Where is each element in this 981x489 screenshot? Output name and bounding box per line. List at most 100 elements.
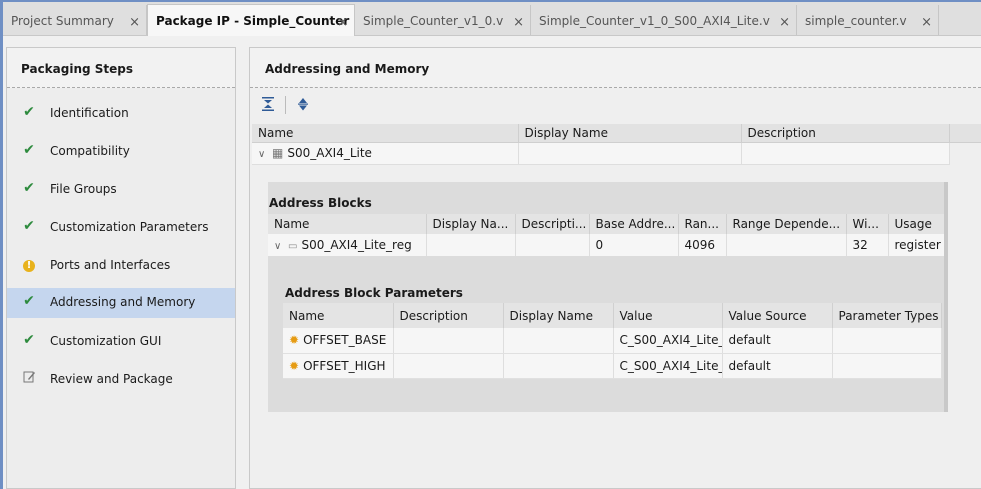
row-filler (949, 142, 981, 164)
close-icon[interactable]: × (513, 15, 524, 30)
tab-label: Simple_Counter_v1_0.v (363, 14, 504, 28)
chevron-down-icon[interactable]: ∨ (274, 241, 286, 252)
range-dependency-cell (726, 234, 847, 256)
table-row[interactable]: ∨ ▭ S00_AXI4_Lite_reg 0 4096 32 register (268, 234, 946, 256)
value-cell: C_S00_AXI4_Lite_ (613, 353, 723, 379)
step-label: Customization GUI (50, 334, 162, 348)
column-header[interactable]: Ran... (678, 214, 727, 234)
width-cell: 32 (846, 234, 889, 256)
check-icon: ✔ (23, 218, 35, 234)
step-compatibility[interactable]: ✔ Compatibility (7, 137, 235, 167)
step-label: Addressing and Memory (50, 295, 196, 309)
tab-simple-counter-v1-0[interactable]: Simple_Counter_v1_0.v × (355, 5, 531, 35)
column-header[interactable]: Name (283, 303, 394, 328)
close-icon[interactable]: × (779, 15, 790, 30)
range-cell: 4096 (678, 234, 727, 256)
display-name-cell (426, 234, 516, 256)
column-header[interactable]: Value (613, 303, 723, 328)
address-block-parameters-table: Name Description Display Name Value Valu… (283, 303, 942, 379)
table-row[interactable]: ∨ ▦ S00_AXI4_Lite (252, 142, 981, 165)
column-header[interactable]: Description (741, 124, 950, 143)
step-label: Identification (50, 106, 129, 120)
parameter-types-cell (832, 328, 942, 354)
expand-all-icon[interactable] (294, 96, 312, 114)
tab-label: Simple_Counter_v1_0_S00_AXI4_Lite.v (539, 14, 770, 28)
memory-map-name: S00_AXI4_Lite (287, 146, 372, 160)
column-header[interactable]: Display Name (503, 303, 614, 328)
check-icon: ✔ (23, 293, 35, 309)
vertical-scrollbar[interactable] (944, 182, 948, 412)
tab-project-summary[interactable]: Project Summary × (3, 5, 147, 35)
column-header[interactable]: Parameter Types (832, 303, 942, 328)
name-cell: ∨ ▭ S00_AXI4_Lite_reg (268, 234, 427, 256)
step-identification[interactable]: ✔ Identification (7, 99, 235, 129)
value-cell: C_S00_AXI4_Lite_ (613, 328, 723, 354)
step-addressing-and-memory[interactable]: ✔ Addressing and Memory (7, 288, 235, 318)
gear-icon: ✹ (289, 358, 300, 373)
base-address-cell: 0 (589, 234, 679, 256)
close-icon[interactable]: × (921, 15, 932, 30)
column-header[interactable]: Name (268, 214, 427, 234)
step-label: Customization Parameters (50, 220, 209, 234)
step-label: Ports and Interfaces (50, 258, 171, 272)
step-customization-gui[interactable]: ✔ Customization GUI (7, 327, 235, 357)
column-header[interactable]: Usage (888, 214, 946, 234)
description-cell (393, 353, 504, 379)
packaging-steps-panel: Packaging Steps ✔ Identification ✔ Compa… (6, 47, 236, 489)
table-grid-icon: ▦ (272, 146, 284, 160)
column-header[interactable]: Descripti... (515, 214, 590, 234)
close-icon[interactable]: × (337, 15, 348, 30)
step-label: Review and Package (50, 372, 173, 386)
tab-simple-counter[interactable]: simple_counter.v × (797, 5, 939, 35)
step-file-groups[interactable]: ✔ File Groups (7, 175, 235, 205)
column-header[interactable]: Value Source (722, 303, 833, 328)
name-cell: ∨ ▦ S00_AXI4_Lite (252, 142, 519, 165)
column-header[interactable]: Description (393, 303, 504, 328)
column-header[interactable]: Display Name (518, 124, 742, 143)
display-name-cell (503, 328, 614, 354)
gear-icon: ✹ (289, 333, 300, 348)
check-icon: ✔ (23, 180, 35, 196)
register-icon: ▭ (288, 241, 298, 252)
addressing-memory-panel: Addressing and Memory Name Display Name … (249, 47, 981, 489)
column-header[interactable]: Wi... (846, 214, 889, 234)
column-header[interactable]: Range Depende... (726, 214, 847, 234)
tab-label: Project Summary (11, 14, 114, 28)
check-icon: ✔ (23, 142, 35, 158)
close-icon[interactable]: × (129, 15, 140, 30)
tab-simple-counter-axi4-lite[interactable]: Simple_Counter_v1_0_S00_AXI4_Lite.v × (531, 5, 797, 35)
step-ports-and-interfaces[interactable]: ! Ports and Interfaces (7, 251, 235, 281)
parameter-name: OFFSET_BASE (303, 333, 387, 348)
edit-icon (22, 370, 36, 386)
column-header[interactable]: Base Addre... (589, 214, 679, 234)
display-name-cell (518, 142, 742, 165)
usage-cell: register (888, 234, 946, 256)
parameter-name: OFFSET_HIGH (303, 358, 386, 373)
address-blocks-section: Address Blocks Name Display Na... Descri… (268, 182, 948, 412)
panel-title: Addressing and Memory (250, 48, 981, 88)
table-row[interactable]: ✹ OFFSET_BASE C_S00_AXI4_Lite_ default (283, 328, 942, 354)
description-cell (393, 328, 504, 354)
tab-label: Package IP - Simple_Counter (156, 14, 350, 28)
value-source-cell: default (722, 328, 833, 354)
warning-icon: ! (22, 256, 36, 272)
column-header[interactable]: Name (252, 124, 519, 143)
step-customization-parameters[interactable]: ✔ Customization Parameters (7, 213, 235, 243)
description-cell (515, 234, 590, 256)
toolbar-separator (285, 96, 286, 114)
address-block-parameters-section: Address Block Parameters Name Descriptio… (283, 266, 942, 408)
column-header-filler (949, 124, 981, 143)
name-cell: ✹ OFFSET_BASE (283, 328, 394, 354)
check-icon: ✔ (23, 104, 35, 120)
value-source-cell: default (722, 353, 833, 379)
chevron-down-icon[interactable]: ∨ (258, 149, 270, 160)
tab-bar: Project Summary × Package IP - Simple_Co… (3, 2, 981, 36)
step-review-and-package[interactable]: Review and Package (7, 365, 235, 395)
section-title: Address Block Parameters (285, 286, 463, 300)
collapse-all-icon[interactable] (259, 96, 277, 114)
tab-package-ip[interactable]: Package IP - Simple_Counter × (147, 4, 355, 36)
table-row[interactable]: ✹ OFFSET_HIGH C_S00_AXI4_Lite_ default (283, 353, 942, 379)
tab-label: simple_counter.v (805, 14, 907, 28)
column-header[interactable]: Display Na... (426, 214, 516, 234)
display-name-cell (503, 353, 614, 379)
